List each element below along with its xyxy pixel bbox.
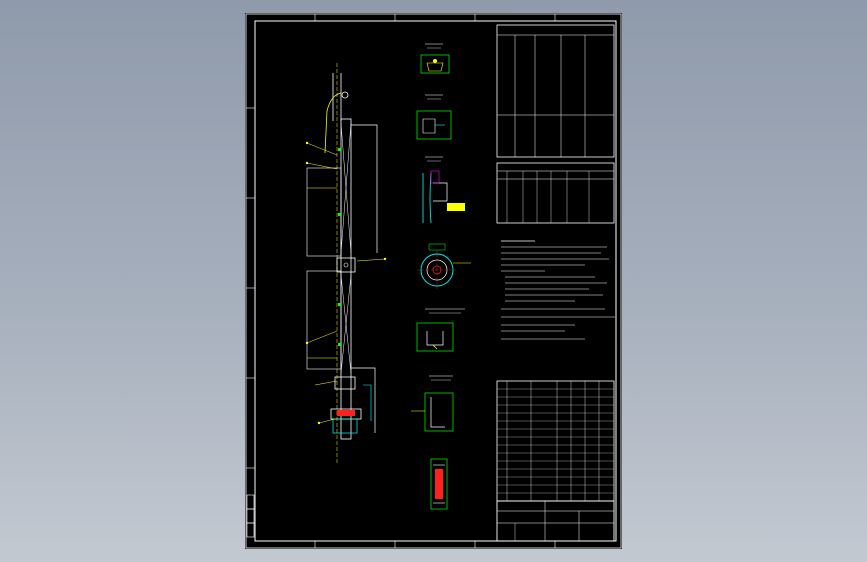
parts-list-table [496, 380, 615, 502]
title-block [496, 500, 615, 542]
detail-view-3 [422, 156, 465, 224]
detail-view-6 [411, 375, 454, 432]
drawing-sheet [245, 13, 622, 549]
technical-notes [501, 240, 615, 340]
detail-view-5 [416, 308, 465, 352]
binding-margin [246, 494, 255, 538]
design-data-table [496, 24, 615, 158]
nozzle-table [496, 162, 615, 224]
detail-view-4 [417, 243, 471, 290]
detail-view-1 [420, 43, 450, 74]
detail-view-7 [430, 458, 448, 510]
detail-view-2 [416, 94, 452, 140]
cad-drawing [245, 13, 622, 549]
main-column-elevation [305, 63, 387, 465]
frame-zone-ticks [246, 14, 556, 548]
outer-border [245, 13, 622, 549]
